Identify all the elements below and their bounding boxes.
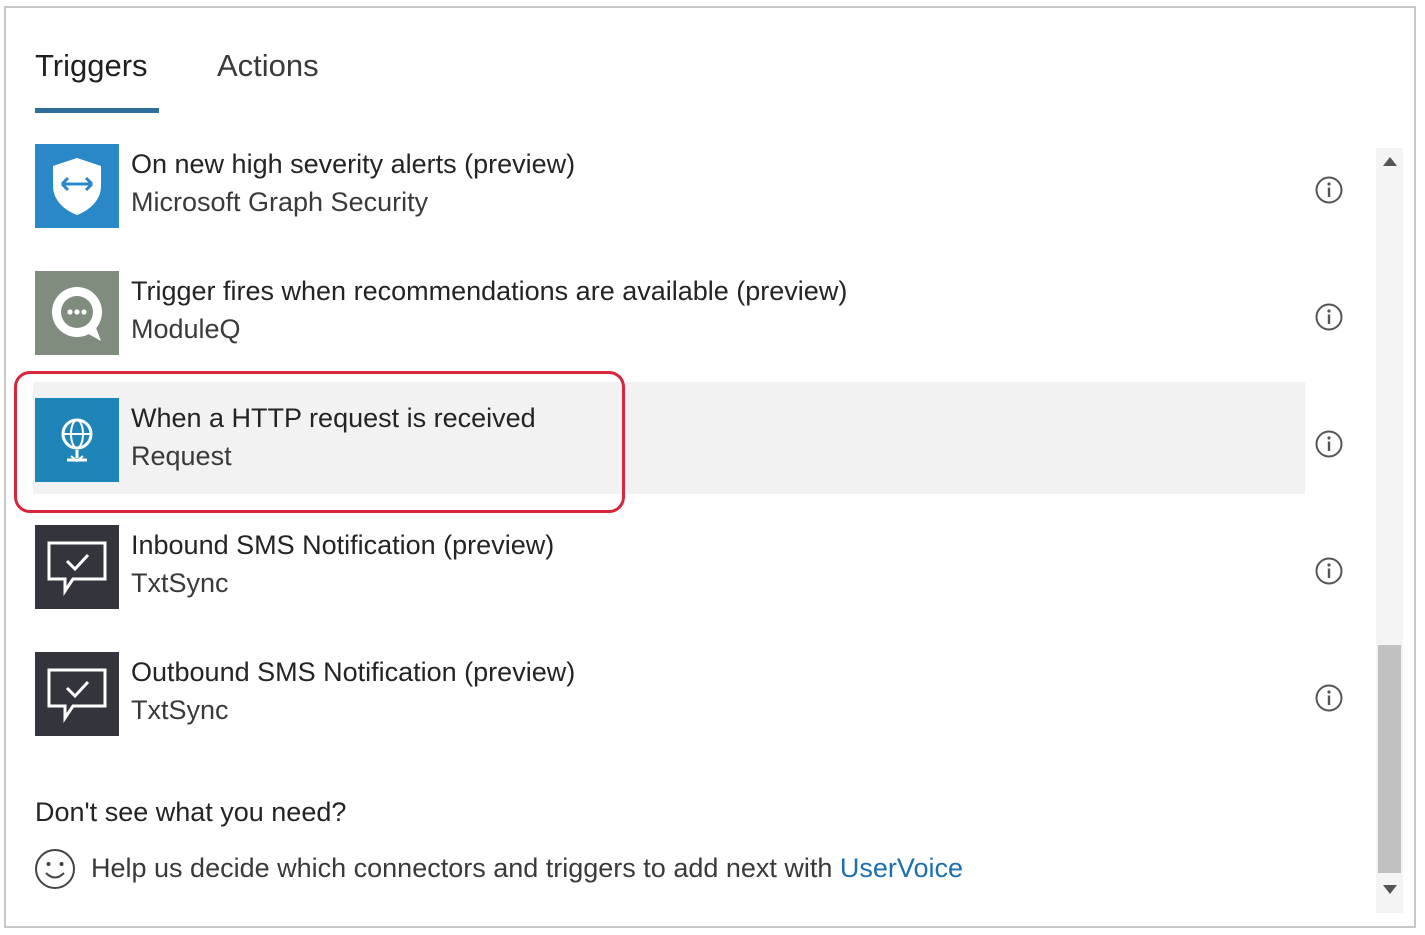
sms-check-icon bbox=[35, 525, 119, 609]
tab-actions[interactable]: Actions bbox=[217, 48, 319, 84]
trigger-connector: TxtSync bbox=[131, 568, 229, 598]
scroll-up-arrow-icon[interactable] bbox=[1382, 155, 1398, 167]
chat-bubble-icon bbox=[35, 271, 119, 355]
scrollbar-thumb[interactable] bbox=[1378, 645, 1401, 873]
trigger-item-http-request[interactable]: When a HTTP request is received Request bbox=[33, 382, 1305, 494]
info-icon[interactable] bbox=[1314, 556, 1344, 586]
footer-question: Don't see what you need? bbox=[35, 797, 347, 827]
uservoice-link[interactable]: UserVoice bbox=[840, 853, 963, 883]
trigger-title: When a HTTP request is received bbox=[131, 403, 536, 433]
trigger-item-graph-security[interactable]: On new high severity alerts (preview) Mi… bbox=[33, 128, 1305, 240]
trigger-item-outbound-sms[interactable]: Outbound SMS Notification (preview) TxtS… bbox=[33, 636, 1305, 748]
globe-request-icon bbox=[35, 398, 119, 482]
info-icon[interactable] bbox=[1314, 429, 1344, 459]
shield-icon bbox=[35, 144, 119, 228]
footer-help-text: Help us decide which connectors and trig… bbox=[91, 853, 840, 883]
sms-check-icon bbox=[35, 652, 119, 736]
scroll-down-arrow-icon[interactable] bbox=[1382, 884, 1398, 896]
trigger-title: Inbound SMS Notification (preview) bbox=[131, 530, 555, 560]
trigger-item-moduleq[interactable]: Trigger fires when recommendations are a… bbox=[33, 255, 1305, 367]
trigger-item-inbound-sms[interactable]: Inbound SMS Notification (preview) TxtSy… bbox=[33, 509, 1305, 621]
smiley-icon bbox=[35, 849, 75, 889]
info-icon[interactable] bbox=[1314, 175, 1344, 205]
info-icon[interactable] bbox=[1314, 683, 1344, 713]
trigger-connector: Request bbox=[131, 441, 232, 471]
trigger-title: Trigger fires when recommendations are a… bbox=[131, 276, 848, 306]
trigger-title: On new high severity alerts (preview) bbox=[131, 149, 576, 179]
active-tab-indicator bbox=[35, 108, 159, 113]
trigger-title: Outbound SMS Notification (preview) bbox=[131, 657, 576, 687]
tab-triggers[interactable]: Triggers bbox=[35, 48, 148, 84]
footer-help: Help us decide which connectors and trig… bbox=[91, 853, 963, 884]
trigger-connector: ModuleQ bbox=[131, 314, 241, 344]
info-icon[interactable] bbox=[1314, 302, 1344, 332]
trigger-connector: TxtSync bbox=[131, 695, 229, 725]
trigger-connector: Microsoft Graph Security bbox=[131, 187, 429, 217]
